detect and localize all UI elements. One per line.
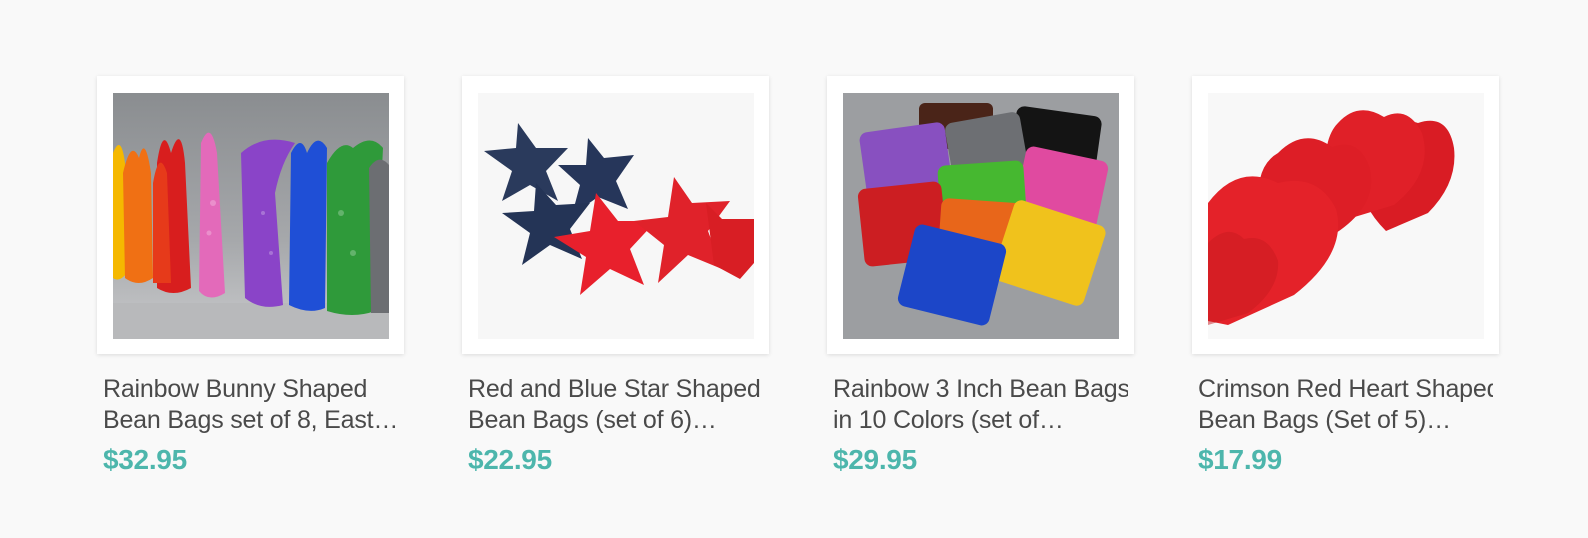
product-title[interactable]: Rainbow Bunny Shaped Bean Bags set of 8,… (103, 374, 398, 436)
product-title-line-2[interactable]: Bean Bags (Set of 5)… (1198, 405, 1493, 436)
product-photo-heart-bean-bags[interactable] (1208, 93, 1484, 339)
product-card-star-bean-bags[interactable]: Red and Blue Star Shaped Bean Bags (set … (462, 76, 769, 476)
product-title[interactable]: Crimson Red Heart Shaped Bean Bags (Set … (1198, 374, 1493, 436)
product-title-line-1[interactable]: Rainbow Bunny Shaped (103, 374, 398, 405)
product-card-rainbow-square-bean-bags[interactable]: Rainbow 3 Inch Bean Bags in 10 Colors (s… (827, 76, 1134, 476)
product-title-line-2[interactable]: in 10 Colors (set of… (833, 405, 1128, 436)
product-price: $22.95 (468, 444, 552, 475)
product-image-frame[interactable] (97, 76, 404, 354)
product-image-frame[interactable] (827, 76, 1134, 354)
product-title-line-2[interactable]: Bean Bags set of 8, East… (103, 405, 398, 436)
product-title-line-1[interactable]: Rainbow 3 Inch Bean Bags (833, 374, 1128, 405)
product-image-frame[interactable] (462, 76, 769, 354)
product-title[interactable]: Red and Blue Star Shaped Bean Bags (set … (468, 374, 763, 436)
product-photo-bunny-bean-bags[interactable] (113, 93, 389, 339)
product-grid: Rainbow Bunny Shaped Bean Bags set of 8,… (97, 76, 1499, 476)
product-title-line-1[interactable]: Red and Blue Star Shaped (468, 374, 763, 405)
product-title-line-2[interactable]: Bean Bags (set of 6)… (468, 405, 763, 436)
product-price: $29.95 (833, 444, 917, 475)
product-card-heart-bean-bags[interactable]: Crimson Red Heart Shaped Bean Bags (Set … (1192, 76, 1499, 476)
product-title-line-1[interactable]: Crimson Red Heart Shaped (1198, 374, 1493, 405)
product-image-frame[interactable] (1192, 76, 1499, 354)
product-price: $17.99 (1198, 444, 1282, 475)
product-price: $32.95 (103, 444, 187, 475)
product-photo-square-bean-bags[interactable] (843, 93, 1119, 339)
product-photo-star-bean-bags[interactable] (478, 93, 754, 339)
product-title[interactable]: Rainbow 3 Inch Bean Bags in 10 Colors (s… (833, 374, 1128, 436)
product-card-rainbow-bunny[interactable]: Rainbow Bunny Shaped Bean Bags set of 8,… (97, 76, 404, 476)
